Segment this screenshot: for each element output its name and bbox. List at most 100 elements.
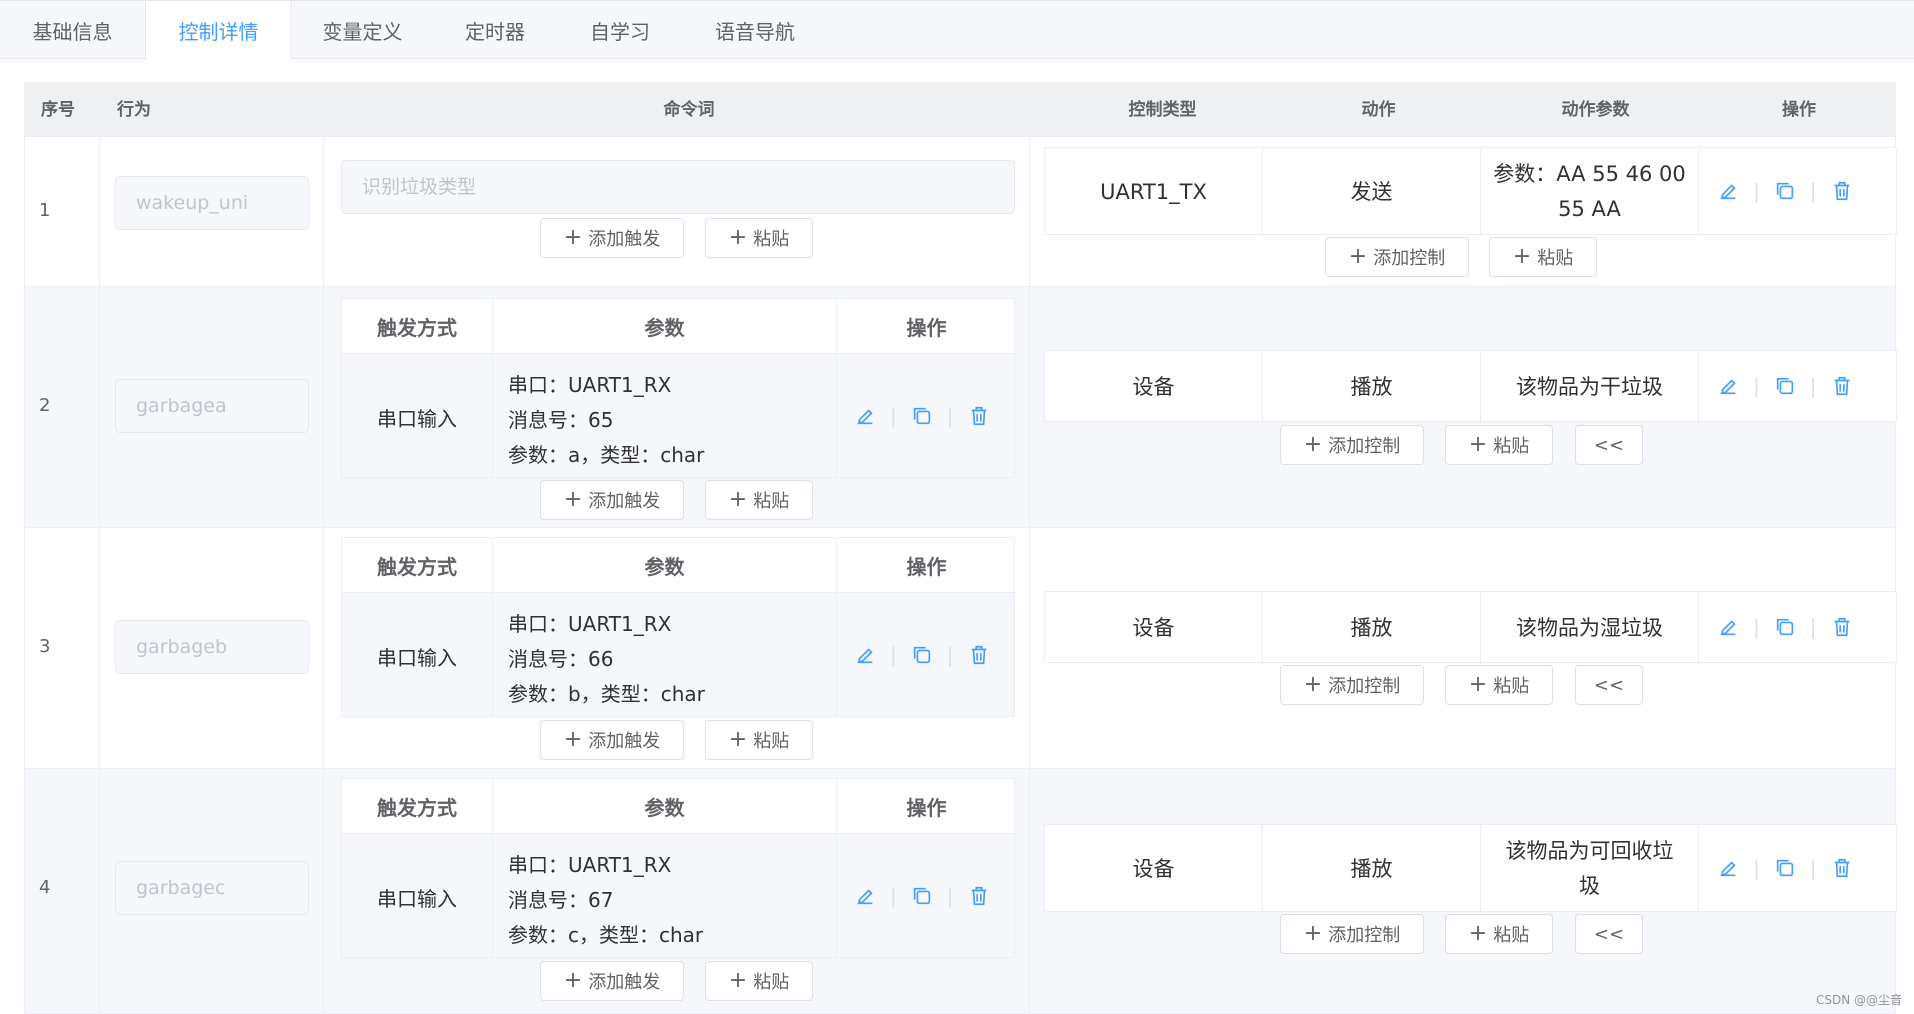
delete-icon[interactable] bbox=[1831, 375, 1853, 397]
trigger-mode: 串口输入 bbox=[377, 646, 457, 670]
control-params: 该物品为湿垃圾 bbox=[1516, 615, 1663, 640]
copy-icon[interactable] bbox=[911, 885, 933, 907]
ops-header: 操作 bbox=[836, 538, 1016, 593]
add-trigger-button[interactable]: + 添加触发 bbox=[540, 720, 684, 760]
paste-control-button[interactable]: + 粘贴 bbox=[1445, 425, 1553, 465]
table-header: 序号 行为 命令词 控制类型 动作 动作参数 操作 bbox=[25, 82, 1895, 137]
control-action: 发送 bbox=[1350, 179, 1393, 204]
paste-control-button[interactable]: + 粘贴 bbox=[1489, 237, 1597, 277]
delete-icon[interactable] bbox=[1831, 616, 1853, 638]
trigger-table: 触发方式 参数 操作 串口输入 串口：UART1_RX 消息号：66 参数：b，类型… bbox=[341, 537, 1016, 717]
tab-basic-info[interactable]: 基础信息 bbox=[0, 1, 145, 59]
behavior-input[interactable]: garbagec bbox=[115, 861, 309, 915]
delete-icon[interactable] bbox=[1831, 857, 1853, 879]
control-action: 播放 bbox=[1350, 615, 1393, 640]
copy-icon[interactable] bbox=[1774, 616, 1796, 638]
trigger-params: 串口：UART1_RX 消息号：66 参数：b，类型：char bbox=[508, 612, 705, 706]
delete-icon[interactable] bbox=[968, 405, 990, 427]
trigger-header: 触发方式 bbox=[342, 538, 492, 593]
control-item: 设备 播放 该物品为干垃圾 | | bbox=[1044, 350, 1897, 423]
table-row: 4 garbagec 触发方式 参数 操作 串口输入 串口：UART1_RX 消息… bbox=[25, 769, 1897, 1014]
trigger-ops: | | bbox=[854, 643, 990, 667]
edit-icon[interactable] bbox=[854, 644, 876, 666]
table-row: 1 wakeup_uni 识别垃圾类型 + 添加触发 + 粘贴 UART1_TX 发… bbox=[25, 136, 1897, 287]
tab-timer[interactable]: 定时器 bbox=[435, 1, 555, 59]
add-trigger-button[interactable]: + 添加触发 bbox=[540, 480, 684, 520]
edit-icon[interactable] bbox=[1717, 180, 1739, 202]
watermark: CSDN @@尘音 bbox=[1815, 993, 1902, 1007]
edit-icon[interactable] bbox=[854, 405, 876, 427]
tab-self-learning[interactable]: 自学习 bbox=[555, 1, 685, 59]
control-ops: | | bbox=[1717, 179, 1853, 203]
paste-button[interactable]: + 粘贴 bbox=[705, 720, 813, 760]
trigger-header: 触发方式 bbox=[342, 299, 492, 354]
delete-icon[interactable] bbox=[1831, 180, 1853, 202]
control-type: 设备 bbox=[1132, 856, 1175, 881]
control-action: 播放 bbox=[1350, 856, 1393, 881]
add-control-button[interactable]: + 添加控制 bbox=[1325, 237, 1469, 277]
copy-icon[interactable] bbox=[1774, 857, 1796, 879]
ops-header: 操作 bbox=[836, 779, 1016, 834]
trigger-mode: 串口输入 bbox=[377, 887, 457, 911]
header-action-params: 动作参数 bbox=[1561, 100, 1630, 120]
paste-control-button[interactable]: + 粘贴 bbox=[1445, 914, 1553, 954]
command-input[interactable]: 识别垃圾类型 bbox=[341, 160, 1015, 214]
header-no: 序号 bbox=[41, 100, 75, 120]
copy-icon[interactable] bbox=[911, 405, 933, 427]
behavior-input[interactable]: wakeup_uni bbox=[115, 176, 309, 230]
control-params: 该物品为干垃圾 bbox=[1516, 374, 1663, 399]
edit-icon[interactable] bbox=[854, 885, 876, 907]
control-type: 设备 bbox=[1132, 615, 1175, 640]
paste-control-button[interactable]: + 粘贴 bbox=[1445, 665, 1553, 705]
control-item: UART1_TX 发送 参数：AA 55 46 00 55 AA | | bbox=[1044, 147, 1897, 236]
table-row: 3 garbageb 触发方式 参数 操作 串口输入 串口：UART1_RX 消息… bbox=[25, 528, 1897, 769]
control-item: 设备 播放 该物品为可回收垃圾 | | bbox=[1044, 824, 1897, 913]
copy-icon[interactable] bbox=[1774, 375, 1796, 397]
copy-icon[interactable] bbox=[1774, 180, 1796, 202]
header-action: 动作 bbox=[1361, 100, 1396, 120]
trigger-ops: | | bbox=[854, 884, 990, 908]
control-ops: | | bbox=[1717, 374, 1853, 398]
row-number: 3 bbox=[39, 636, 51, 657]
header-command: 命令词 bbox=[663, 100, 715, 120]
control-ops: | | bbox=[1717, 856, 1853, 880]
paste-button[interactable]: + 粘贴 bbox=[705, 961, 813, 1001]
edit-icon[interactable] bbox=[1717, 857, 1739, 879]
add-control-button[interactable]: + 添加控制 bbox=[1280, 425, 1424, 465]
header-ops: 操作 bbox=[1782, 100, 1816, 120]
edit-icon[interactable] bbox=[1717, 616, 1739, 638]
tab-variable-definition[interactable]: 变量定义 bbox=[290, 1, 435, 59]
trigger-table: 触发方式 参数 操作 串口输入 串口：UART1_RX 消息号：65 参数：a，类型… bbox=[341, 298, 1016, 478]
params-header: 参数 bbox=[492, 299, 836, 354]
header-control-type: 控制类型 bbox=[1128, 100, 1197, 120]
control-ops: | | bbox=[1717, 615, 1853, 639]
add-trigger-button[interactable]: + 添加触发 bbox=[540, 961, 684, 1001]
trigger-params: 串口：UART1_RX 消息号：67 参数：c，类型：char bbox=[508, 853, 704, 947]
copy-icon[interactable] bbox=[911, 644, 933, 666]
tab-bar: 基础信息 控制详情 变量定义 定时器 自学习 语音导航 bbox=[0, 0, 1914, 60]
behavior-input[interactable]: garbageb bbox=[115, 620, 309, 674]
header-behavior: 行为 bbox=[117, 100, 151, 120]
add-control-button[interactable]: + 添加控制 bbox=[1280, 914, 1424, 954]
delete-icon[interactable] bbox=[968, 885, 990, 907]
behavior-input[interactable]: garbagea bbox=[115, 379, 309, 433]
add-trigger-button[interactable]: + 添加触发 bbox=[540, 218, 684, 258]
edit-icon[interactable] bbox=[1717, 375, 1739, 397]
paste-button[interactable]: + 粘贴 bbox=[705, 480, 813, 520]
row-number: 1 bbox=[39, 200, 51, 221]
control-params: 参数：AA 55 46 00 55 AA bbox=[1493, 162, 1686, 221]
table-row: 2 garbagea 触发方式 参数 操作 串口输入 串口：UART1_RX 消息… bbox=[25, 287, 1897, 528]
tab-control-details[interactable]: 控制详情 bbox=[145, 1, 292, 60]
ops-header: 操作 bbox=[836, 299, 1016, 354]
delete-icon[interactable] bbox=[968, 644, 990, 666]
collapse-button[interactable]: << bbox=[1575, 665, 1643, 705]
trigger-table: 触发方式 参数 操作 串口输入 串口：UART1_RX 消息号：67 参数：c，类型… bbox=[341, 778, 1016, 958]
paste-button[interactable]: + 粘贴 bbox=[705, 218, 813, 258]
control-table: 序号 行为 命令词 控制类型 动作 动作参数 操作 1 wakeup_uni 识… bbox=[24, 82, 1897, 1014]
params-header: 参数 bbox=[492, 538, 836, 593]
add-control-button[interactable]: + 添加控制 bbox=[1280, 665, 1424, 705]
collapse-button[interactable]: << bbox=[1575, 425, 1643, 465]
tab-voice-navigation[interactable]: 语音导航 bbox=[685, 1, 825, 59]
trigger-header: 触发方式 bbox=[342, 779, 492, 834]
collapse-button[interactable]: << bbox=[1575, 914, 1643, 954]
